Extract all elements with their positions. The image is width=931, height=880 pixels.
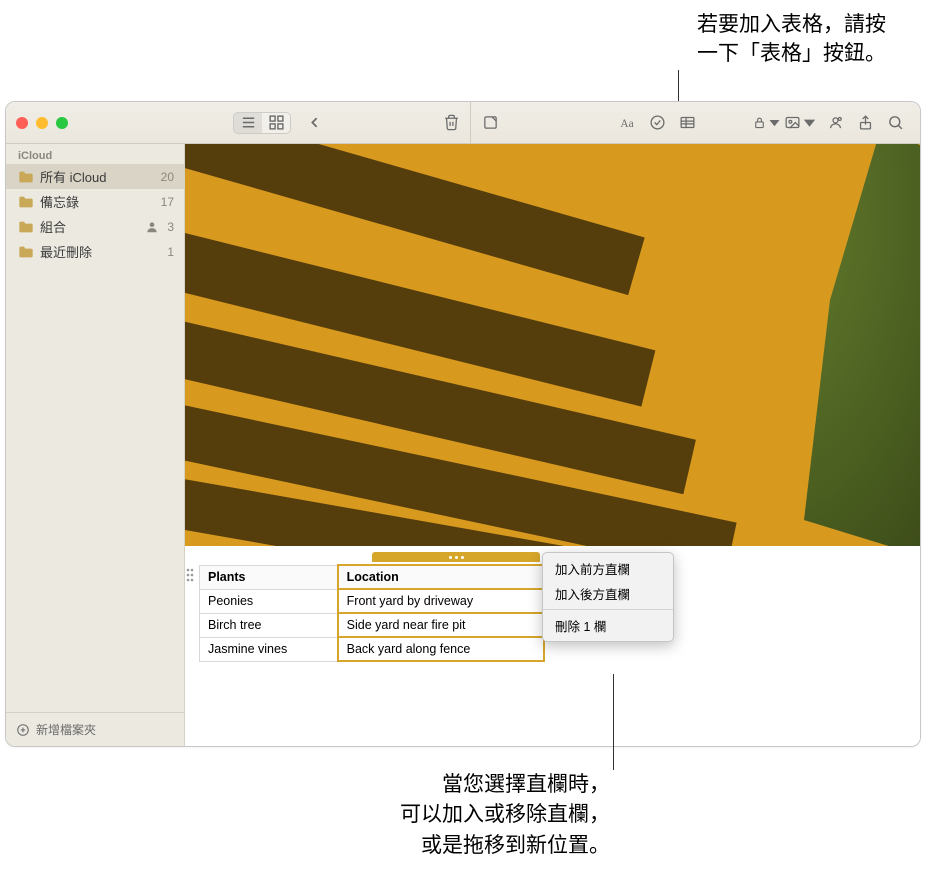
table-cell[interactable]: Back yard along fence xyxy=(338,637,544,661)
table-header[interactable]: Location xyxy=(338,565,544,589)
view-toggle xyxy=(233,112,291,134)
lock-button[interactable] xyxy=(752,111,782,135)
media-button[interactable] xyxy=(782,111,820,135)
folder-icon xyxy=(18,195,34,209)
table-cell[interactable]: Front yard by driveway xyxy=(338,589,544,613)
folder-icon xyxy=(18,245,34,259)
table-header[interactable]: Plants xyxy=(200,565,338,589)
back-button[interactable] xyxy=(299,111,329,135)
item-count: 3 xyxy=(167,220,174,234)
drag-dots-icon xyxy=(449,556,464,559)
plus-circle-icon xyxy=(16,723,30,737)
menu-item-delete-column[interactable]: 刪除 1 欄 xyxy=(543,613,673,638)
checklist-button[interactable] xyxy=(642,111,672,135)
sidebar: iCloud 所有 iCloud 20 備忘錄 17 組合 3 最近刪除 xyxy=(6,144,185,746)
sidebar-item-label: 最近刪除 xyxy=(40,242,161,261)
sidebar-item-trash[interactable]: 最近刪除 1 xyxy=(6,239,184,264)
column-context-menu: 加入前方直欄 加入後方直欄 刪除 1 欄 xyxy=(542,552,674,642)
toolbar: Aa xyxy=(6,102,920,144)
note-table-container: Plants Location Peonies Front yard by dr… xyxy=(199,564,545,662)
note-table[interactable]: Plants Location Peonies Front yard by dr… xyxy=(199,564,545,662)
column-handle[interactable] xyxy=(372,552,540,562)
menu-item-add-column-after[interactable]: 加入後方直欄 xyxy=(543,581,673,606)
note-content: Plants Location Peonies Front yard by dr… xyxy=(185,144,920,746)
maximize-button[interactable] xyxy=(56,117,68,129)
list-view-button[interactable] xyxy=(234,113,262,133)
row-handle-icon[interactable] xyxy=(185,566,195,584)
callout-table-button: 若要加入表格，請按 一下「表格」按鈕。 xyxy=(697,10,886,69)
sidebar-item-group[interactable]: 組合 3 xyxy=(6,214,184,239)
menu-item-add-column-before[interactable]: 加入前方直欄 xyxy=(543,556,673,581)
search-button[interactable] xyxy=(880,111,910,135)
table-button[interactable] xyxy=(672,111,702,135)
shared-icon xyxy=(145,220,159,234)
folder-icon xyxy=(18,170,34,184)
window-controls xyxy=(16,117,68,129)
format-button[interactable]: Aa xyxy=(612,111,642,135)
grid-view-button[interactable] xyxy=(262,113,290,133)
new-folder-button[interactable]: 新增檔案夾 xyxy=(6,712,184,746)
item-count: 20 xyxy=(161,170,174,184)
item-count: 1 xyxy=(167,245,174,259)
table-row: Jasmine vines Back yard along fence xyxy=(200,637,545,661)
sidebar-item-label: 組合 xyxy=(40,217,139,236)
table-cell[interactable]: Jasmine vines xyxy=(200,637,338,661)
new-note-button[interactable] xyxy=(475,111,505,135)
table-row: Peonies Front yard by driveway xyxy=(200,589,545,613)
folder-icon xyxy=(18,220,34,234)
table-cell[interactable]: Birch tree xyxy=(200,613,338,637)
delete-button[interactable] xyxy=(436,111,466,135)
share-button[interactable] xyxy=(850,111,880,135)
table-row: Birch tree Side yard near fire pit xyxy=(200,613,545,637)
callout-column-operations: 當您選擇直欄時， 可以加入或移除直欄， 或是拖移到新位置。 xyxy=(340,770,610,861)
sidebar-item-all-icloud[interactable]: 所有 iCloud 20 xyxy=(6,164,184,189)
sidebar-section-header: iCloud xyxy=(6,144,184,164)
table-cell[interactable]: Peonies xyxy=(200,589,338,613)
sidebar-item-label: 備忘錄 xyxy=(40,192,155,211)
note-image[interactable] xyxy=(185,144,920,546)
svg-text:Aa: Aa xyxy=(620,118,633,130)
close-button[interactable] xyxy=(16,117,28,129)
minimize-button[interactable] xyxy=(36,117,48,129)
table-cell[interactable]: Side yard near fire pit xyxy=(338,613,544,637)
item-count: 17 xyxy=(161,195,174,209)
collaborate-button[interactable] xyxy=(820,111,850,135)
sidebar-item-label: 所有 iCloud xyxy=(40,167,155,186)
sidebar-item-notes[interactable]: 備忘錄 17 xyxy=(6,189,184,214)
notes-window: Aa iCloud 所有 iCloud 20 備忘錄 17 xyxy=(5,101,921,747)
